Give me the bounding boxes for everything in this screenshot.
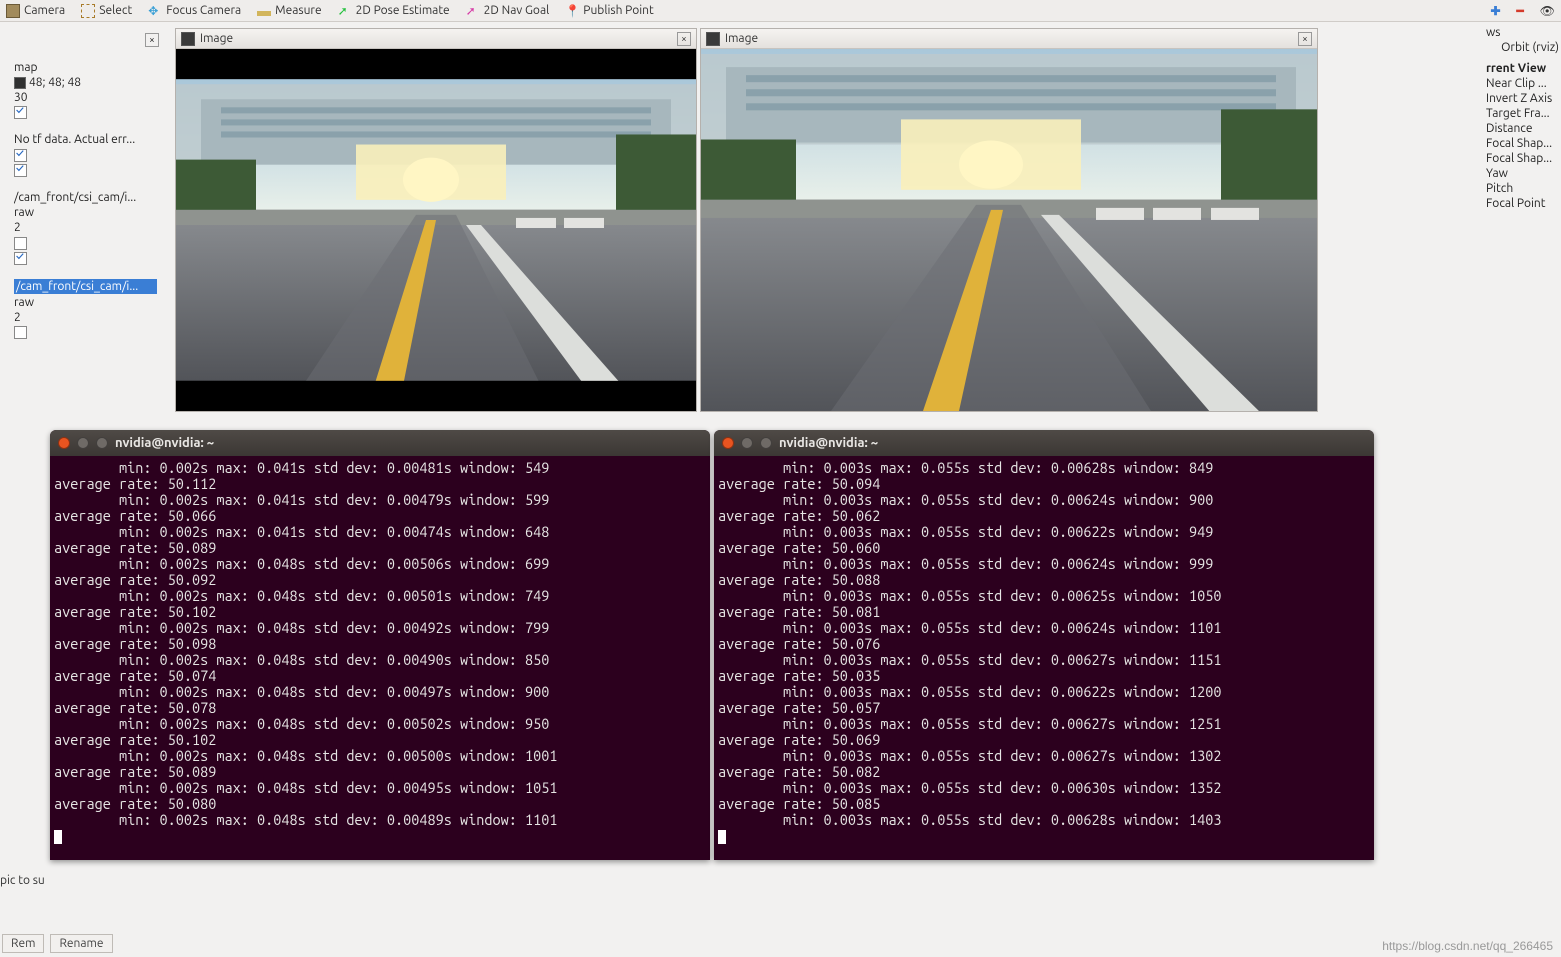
tool-measure-label: Measure	[275, 4, 321, 17]
tf-status-text: No tf data. Actual err...	[14, 133, 157, 146]
checkbox-default-light[interactable]	[14, 106, 27, 119]
tool-2d-pose[interactable]: ➚ 2D Pose Estimate	[338, 4, 450, 18]
queue-size-2-value[interactable]: 2	[14, 311, 157, 324]
current-view-header: rrent View	[1484, 61, 1561, 76]
watermark-text: https://blog.csdn.net/qq_266465	[1382, 939, 1553, 953]
view-property[interactable]: Focal Point	[1484, 196, 1561, 211]
background-color-value[interactable]: 48; 48; 48	[29, 76, 81, 89]
checkbox-unreliable-2[interactable]	[14, 326, 27, 339]
terminal-left-body[interactable]: min: 0.002s max: 0.041s std dev: 0.00481…	[50, 456, 710, 848]
checkbox-unreliable[interactable]	[14, 237, 27, 250]
tool-nav-label: 2D Nav Goal	[484, 4, 550, 17]
view-type-value[interactable]: Orbit (rviz)	[1484, 40, 1561, 55]
image-pane-close[interactable]: ×	[677, 32, 691, 46]
tool-pose-label: 2D Pose Estimate	[356, 4, 450, 17]
transport-hint-value[interactable]: raw	[14, 206, 157, 219]
terminal-right[interactable]: nvidia@nvidia: ~ min: 0.003s max: 0.055s…	[714, 430, 1374, 860]
camera-image-left	[176, 49, 696, 411]
pose-icon: ➚	[338, 4, 352, 18]
image-topic-2-value[interactable]: /cam_front/csi_cam/i...	[14, 279, 157, 294]
window-close-dot[interactable]	[58, 437, 70, 449]
displays-panel: × map 48; 48; 48 30 No tf data. Actual e…	[0, 25, 165, 425]
view-property[interactable]: Pitch	[1484, 181, 1561, 196]
tool-camera[interactable]: Camera	[6, 4, 65, 18]
view-property[interactable]: Yaw	[1484, 166, 1561, 181]
view-property[interactable]: Target Fra...	[1484, 106, 1561, 121]
window-close-dot[interactable]	[722, 437, 734, 449]
terminal-title-bar[interactable]: nvidia@nvidia: ~	[714, 430, 1374, 456]
checkbox-show-names[interactable]	[14, 149, 27, 162]
tool-select[interactable]: Select	[81, 4, 132, 18]
terminal-right-body[interactable]: min: 0.003s max: 0.055s std dev: 0.00628…	[714, 456, 1374, 848]
view-property[interactable]: Invert Z Axis	[1484, 91, 1561, 106]
image-pane-left: Image ×	[175, 28, 697, 412]
select-icon	[81, 4, 95, 18]
plus-icon[interactable]: ✚	[1490, 4, 1500, 18]
tool-camera-label: Camera	[24, 4, 65, 17]
nav-icon: ➚	[466, 4, 480, 18]
checkbox-show-axes[interactable]	[14, 164, 27, 177]
terminal-title-text: nvidia@nvidia: ~	[779, 435, 878, 451]
window-min-dot[interactable]	[77, 437, 89, 449]
image-pane-right: Image ×	[700, 28, 1318, 412]
tool-publish-point[interactable]: 📍 Publish Point	[565, 4, 653, 18]
views-panel: ws Orbit (rviz) rrent View Near Clip ...…	[1484, 25, 1561, 211]
view-property[interactable]: Distance	[1484, 121, 1561, 136]
tool-measure[interactable]: Measure	[257, 4, 321, 17]
queue-size-value[interactable]: 2	[14, 221, 157, 234]
camera-icon	[6, 4, 20, 18]
topic-subscribe-text: pic to su	[0, 874, 45, 887]
measure-icon	[257, 11, 271, 16]
window-icon	[181, 32, 195, 46]
tool-select-label: Select	[99, 4, 132, 17]
rename-button[interactable]: Rename	[50, 934, 112, 953]
terminal-left[interactable]: nvidia@nvidia: ~ min: 0.002s max: 0.041s…	[50, 430, 710, 860]
view-property[interactable]: Focal Shap...	[1484, 136, 1561, 151]
image-topic-value[interactable]: /cam_front/csi_cam/i...	[14, 191, 157, 204]
tool-focus-camera[interactable]: ✥ Focus Camera	[148, 4, 241, 18]
focus-icon: ✥	[148, 4, 162, 18]
camera-image-right	[701, 49, 1317, 411]
tool-2d-nav[interactable]: ➚ 2D Nav Goal	[466, 4, 550, 18]
view-property[interactable]: Near Clip ...	[1484, 76, 1561, 91]
views-header-ws: ws	[1484, 25, 1561, 40]
window-icon	[706, 32, 720, 46]
tool-focus-label: Focus Camera	[166, 4, 241, 17]
checkbox-normalize[interactable]	[14, 252, 27, 265]
tool-publish-label: Publish Point	[583, 4, 653, 17]
panel-close-button[interactable]: ×	[145, 33, 159, 47]
eye-icon[interactable]: 👁	[1540, 4, 1555, 18]
remove-button[interactable]: Rem	[2, 934, 44, 953]
window-max-dot[interactable]	[760, 437, 772, 449]
transport-hint-2-value[interactable]: raw	[14, 296, 157, 309]
window-max-dot[interactable]	[96, 437, 108, 449]
view-property[interactable]: Focal Shap...	[1484, 151, 1561, 166]
image-pane-close[interactable]: ×	[1298, 32, 1312, 46]
minus-icon[interactable]: ━	[1517, 4, 1524, 18]
terminal-title-bar[interactable]: nvidia@nvidia: ~	[50, 430, 710, 456]
pin-icon: 📍	[565, 4, 579, 18]
image-pane-title: Image	[200, 32, 233, 45]
image-pane-title: Image	[725, 32, 758, 45]
window-min-dot[interactable]	[741, 437, 753, 449]
fixed-frame-value[interactable]: map	[14, 61, 157, 74]
rviz-toolbar: Camera Select ✥ Focus Camera Measure ➚ 2…	[0, 0, 1561, 22]
terminal-title-text: nvidia@nvidia: ~	[115, 435, 214, 451]
frame-rate-value[interactable]: 30	[14, 91, 157, 104]
